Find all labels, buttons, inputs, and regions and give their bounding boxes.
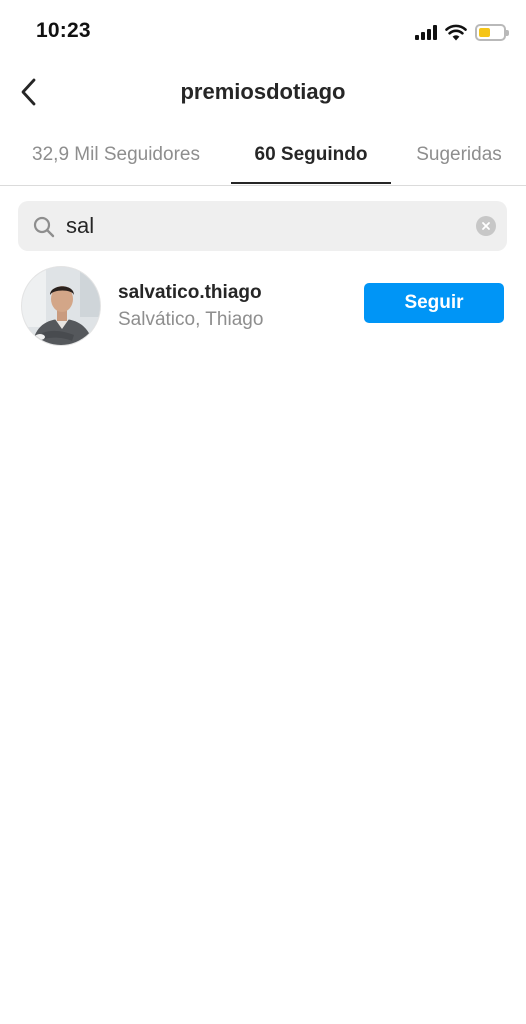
clear-circle-icon — [482, 222, 490, 230]
list-item[interactable]: salvatico.thiago Salvático, Thiago Segui… — [0, 262, 526, 348]
tab-followers[interactable]: 32,9 Mil Seguidores — [18, 126, 214, 185]
cellular-signal-icon — [415, 24, 437, 40]
tab-following[interactable]: 60 Seguindo — [231, 126, 391, 185]
status-bar: 10:23 — [0, 0, 526, 64]
clear-search-button[interactable] — [476, 216, 496, 236]
battery-icon — [475, 23, 509, 41]
page-title: premiosdotiago — [180, 79, 346, 104]
follow-button[interactable]: Seguir — [364, 283, 504, 323]
following-screen: 10:23 premiosdotiago 32,9 Mil Seguidores… — [0, 0, 526, 1024]
search-icon — [33, 216, 55, 238]
avatar[interactable] — [21, 266, 101, 346]
status-time: 10:23 — [36, 19, 91, 42]
full-name: Salvático, Thiago — [118, 309, 264, 330]
tab-bar: 32,9 Mil Seguidores 60 Seguindo Sugerida… — [0, 126, 526, 186]
tab-suggested[interactable]: Sugeridas — [404, 126, 514, 185]
wifi-icon — [445, 24, 467, 40]
nav-header: premiosdotiago — [0, 64, 526, 122]
status-icons — [415, 22, 509, 42]
search-input[interactable] — [66, 209, 466, 243]
active-tab-indicator — [231, 182, 391, 184]
search-bar — [18, 201, 507, 251]
profile-photo — [22, 267, 100, 345]
username[interactable]: salvatico.thiago — [118, 282, 262, 304]
